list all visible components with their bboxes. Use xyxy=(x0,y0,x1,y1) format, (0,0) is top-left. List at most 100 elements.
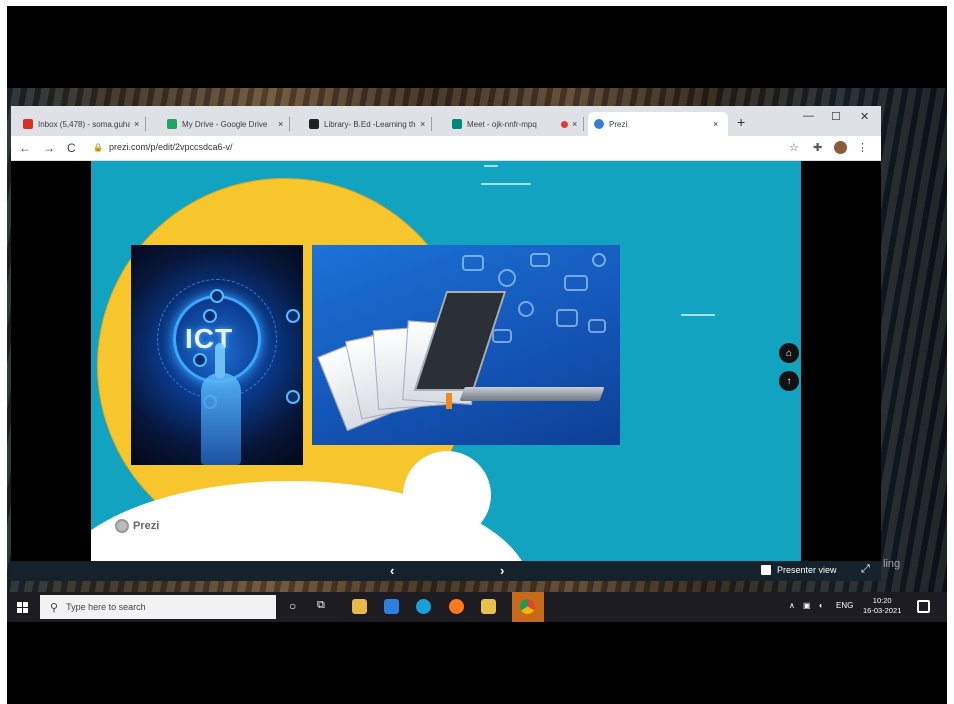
maximize-button[interactable]: ☐ xyxy=(831,110,841,123)
firefox-icon[interactable] xyxy=(449,599,464,614)
prezi-watermark: Prezi xyxy=(115,519,159,533)
close-tab-icon[interactable]: × xyxy=(278,119,283,129)
prezi-brand-text: Prezi xyxy=(133,520,160,532)
bookmark-ribbon xyxy=(446,393,452,409)
close-tab-icon[interactable]: × xyxy=(420,119,425,129)
search-icon: ⚲ xyxy=(50,601,59,614)
forward-icon[interactable]: → xyxy=(43,141,55,155)
ict-label: ICT xyxy=(185,323,234,354)
tab-strip: Inbox (5,478) - soma.guha × My Drive - G… xyxy=(11,106,881,136)
prezi-favicon-icon xyxy=(594,119,604,129)
gmail-icon xyxy=(23,119,33,129)
laptop-book-image xyxy=(312,245,620,445)
minimize-button[interactable]: — xyxy=(803,110,814,122)
back-icon[interactable]: ← xyxy=(19,141,31,155)
doodle-icon xyxy=(462,255,484,271)
windows-start-icon[interactable] xyxy=(17,602,28,613)
ict-image: ICT xyxy=(131,245,303,465)
lock-icon: 🔒 xyxy=(93,143,103,152)
doodle-icon xyxy=(530,253,550,267)
chrome-window: Inbox (5,478) - soma.guha × My Drive - G… xyxy=(11,106,881,576)
taskbar-search[interactable]: ⚲ Type here to search xyxy=(40,595,276,619)
task-view-icon[interactable]: ⧉ xyxy=(317,599,325,612)
tab-title: My Drive - Google Drive xyxy=(182,119,268,129)
windows-taskbar: ⚲ Type here to search ○ ⧉ ∧ ▣ ◖ ENG 10:2… xyxy=(7,592,947,622)
prezi-logo-icon xyxy=(115,519,129,533)
address-bar: ← → C 🔒 prezi.com/p/edit/2vpccsdca6-v/ ☆ … xyxy=(11,136,881,161)
tab-title: Prezi xyxy=(609,119,628,129)
recording-indicator-icon xyxy=(561,120,568,128)
profile-avatar[interactable] xyxy=(834,141,847,154)
language-indicator[interactable]: ENG xyxy=(836,601,853,610)
reload-icon[interactable]: C xyxy=(67,141,76,155)
chrome-taskbar-button[interactable] xyxy=(512,592,544,622)
canvas-line xyxy=(484,165,498,167)
prezi-canvas[interactable]: ICT Prezi xyxy=(91,161,801,561)
tab-meet[interactable]: Meet - ojk-nnfr-mpq × xyxy=(446,112,585,136)
tab-prezi[interactable]: Prezi × xyxy=(588,112,728,136)
tab-drive[interactable]: My Drive - Google Drive × xyxy=(161,112,291,136)
doodle-icon xyxy=(518,301,534,317)
clock-time: 10:20 xyxy=(872,596,892,605)
doodle-icon xyxy=(564,275,588,291)
notification-center-icon[interactable] xyxy=(917,600,930,613)
presenter-label: Presenter view xyxy=(777,565,837,575)
doodle-icon xyxy=(492,329,512,343)
close-tab-icon[interactable]: × xyxy=(572,119,577,129)
screen-share-frame: Inbox (5,478) - soma.guha × My Drive - G… xyxy=(7,6,947,704)
mail-icon[interactable] xyxy=(384,599,399,614)
gear-node-icon xyxy=(203,309,217,323)
extensions-icon[interactable]: ✚ xyxy=(813,141,822,154)
library-icon xyxy=(309,119,319,129)
doodle-icon xyxy=(588,319,606,333)
zoom-out-icon[interactable]: ↑ xyxy=(779,371,799,391)
side-text-fragment: ling xyxy=(883,558,901,570)
wifi-node-icon xyxy=(210,289,224,303)
white-circle-topic[interactable] xyxy=(403,451,491,539)
drive-icon xyxy=(167,119,177,129)
fullscreen-icon[interactable]: ⤢ xyxy=(861,563,870,576)
presenter-icon xyxy=(761,565,771,575)
meet-icon xyxy=(452,119,462,129)
edge-icon[interactable] xyxy=(416,599,431,614)
server-node-icon xyxy=(286,390,300,404)
home-icon[interactable]: ⌂ xyxy=(779,343,799,363)
close-tab-icon[interactable]: × xyxy=(134,119,139,129)
prezi-viewport: ICT Prezi ⌂ ↑ xyxy=(11,161,881,576)
doodle-icon xyxy=(498,269,516,287)
robot-hand-graphic xyxy=(201,343,241,465)
cortana-icon[interactable]: ○ xyxy=(289,599,296,613)
laptop-keyboard-graphic xyxy=(459,387,605,401)
tab-title: Library- B.Ed -Learning the xyxy=(324,119,416,129)
next-step-button[interactable]: › xyxy=(500,563,504,578)
store-icon[interactable] xyxy=(352,599,367,614)
new-tab-button[interactable]: + xyxy=(737,114,745,130)
prezi-nav-bar: ‹ › Presenter view ⤢ xyxy=(11,561,881,581)
clock-date: 16-03-2021 xyxy=(863,606,902,615)
search-placeholder: Type here to search xyxy=(66,602,146,612)
canvas-line xyxy=(481,183,531,185)
url-text: prezi.com/p/edit/2vpccsdca6-v/ xyxy=(108,142,233,152)
system-clock[interactable]: 10:20 16-03-2021 xyxy=(863,596,901,616)
previous-step-button[interactable]: ‹ xyxy=(390,563,394,578)
bookmark-star-icon[interactable]: ☆ xyxy=(789,141,799,154)
network-icon[interactable]: ▣ xyxy=(803,601,811,610)
file-explorer-icon[interactable] xyxy=(481,599,496,614)
doodle-icon xyxy=(556,309,578,327)
tab-title: Meet - ojk-nnfr-mpq xyxy=(467,119,537,129)
presenter-view-button[interactable]: Presenter view xyxy=(761,565,837,575)
close-window-button[interactable]: ✕ xyxy=(860,110,869,123)
close-tab-icon[interactable]: × xyxy=(713,119,718,129)
doodle-icon xyxy=(592,253,606,267)
signal-node-icon xyxy=(193,353,207,367)
tray-chevron-icon[interactable]: ∧ xyxy=(789,601,795,610)
volume-icon[interactable]: ◖ xyxy=(818,601,823,610)
globe-node-icon xyxy=(286,309,300,323)
canvas-line xyxy=(681,314,715,316)
menu-kebab-icon[interactable]: ⋮ xyxy=(857,141,868,154)
tab-gmail[interactable]: Inbox (5,478) - soma.guha × xyxy=(17,112,147,136)
chrome-icon xyxy=(520,599,535,614)
tab-title: Inbox (5,478) - soma.guha xyxy=(38,119,130,129)
url-field[interactable]: 🔒 prezi.com/p/edit/2vpccsdca6-v/ xyxy=(93,142,233,152)
tab-library[interactable]: Library- B.Ed -Learning the × xyxy=(303,112,433,136)
